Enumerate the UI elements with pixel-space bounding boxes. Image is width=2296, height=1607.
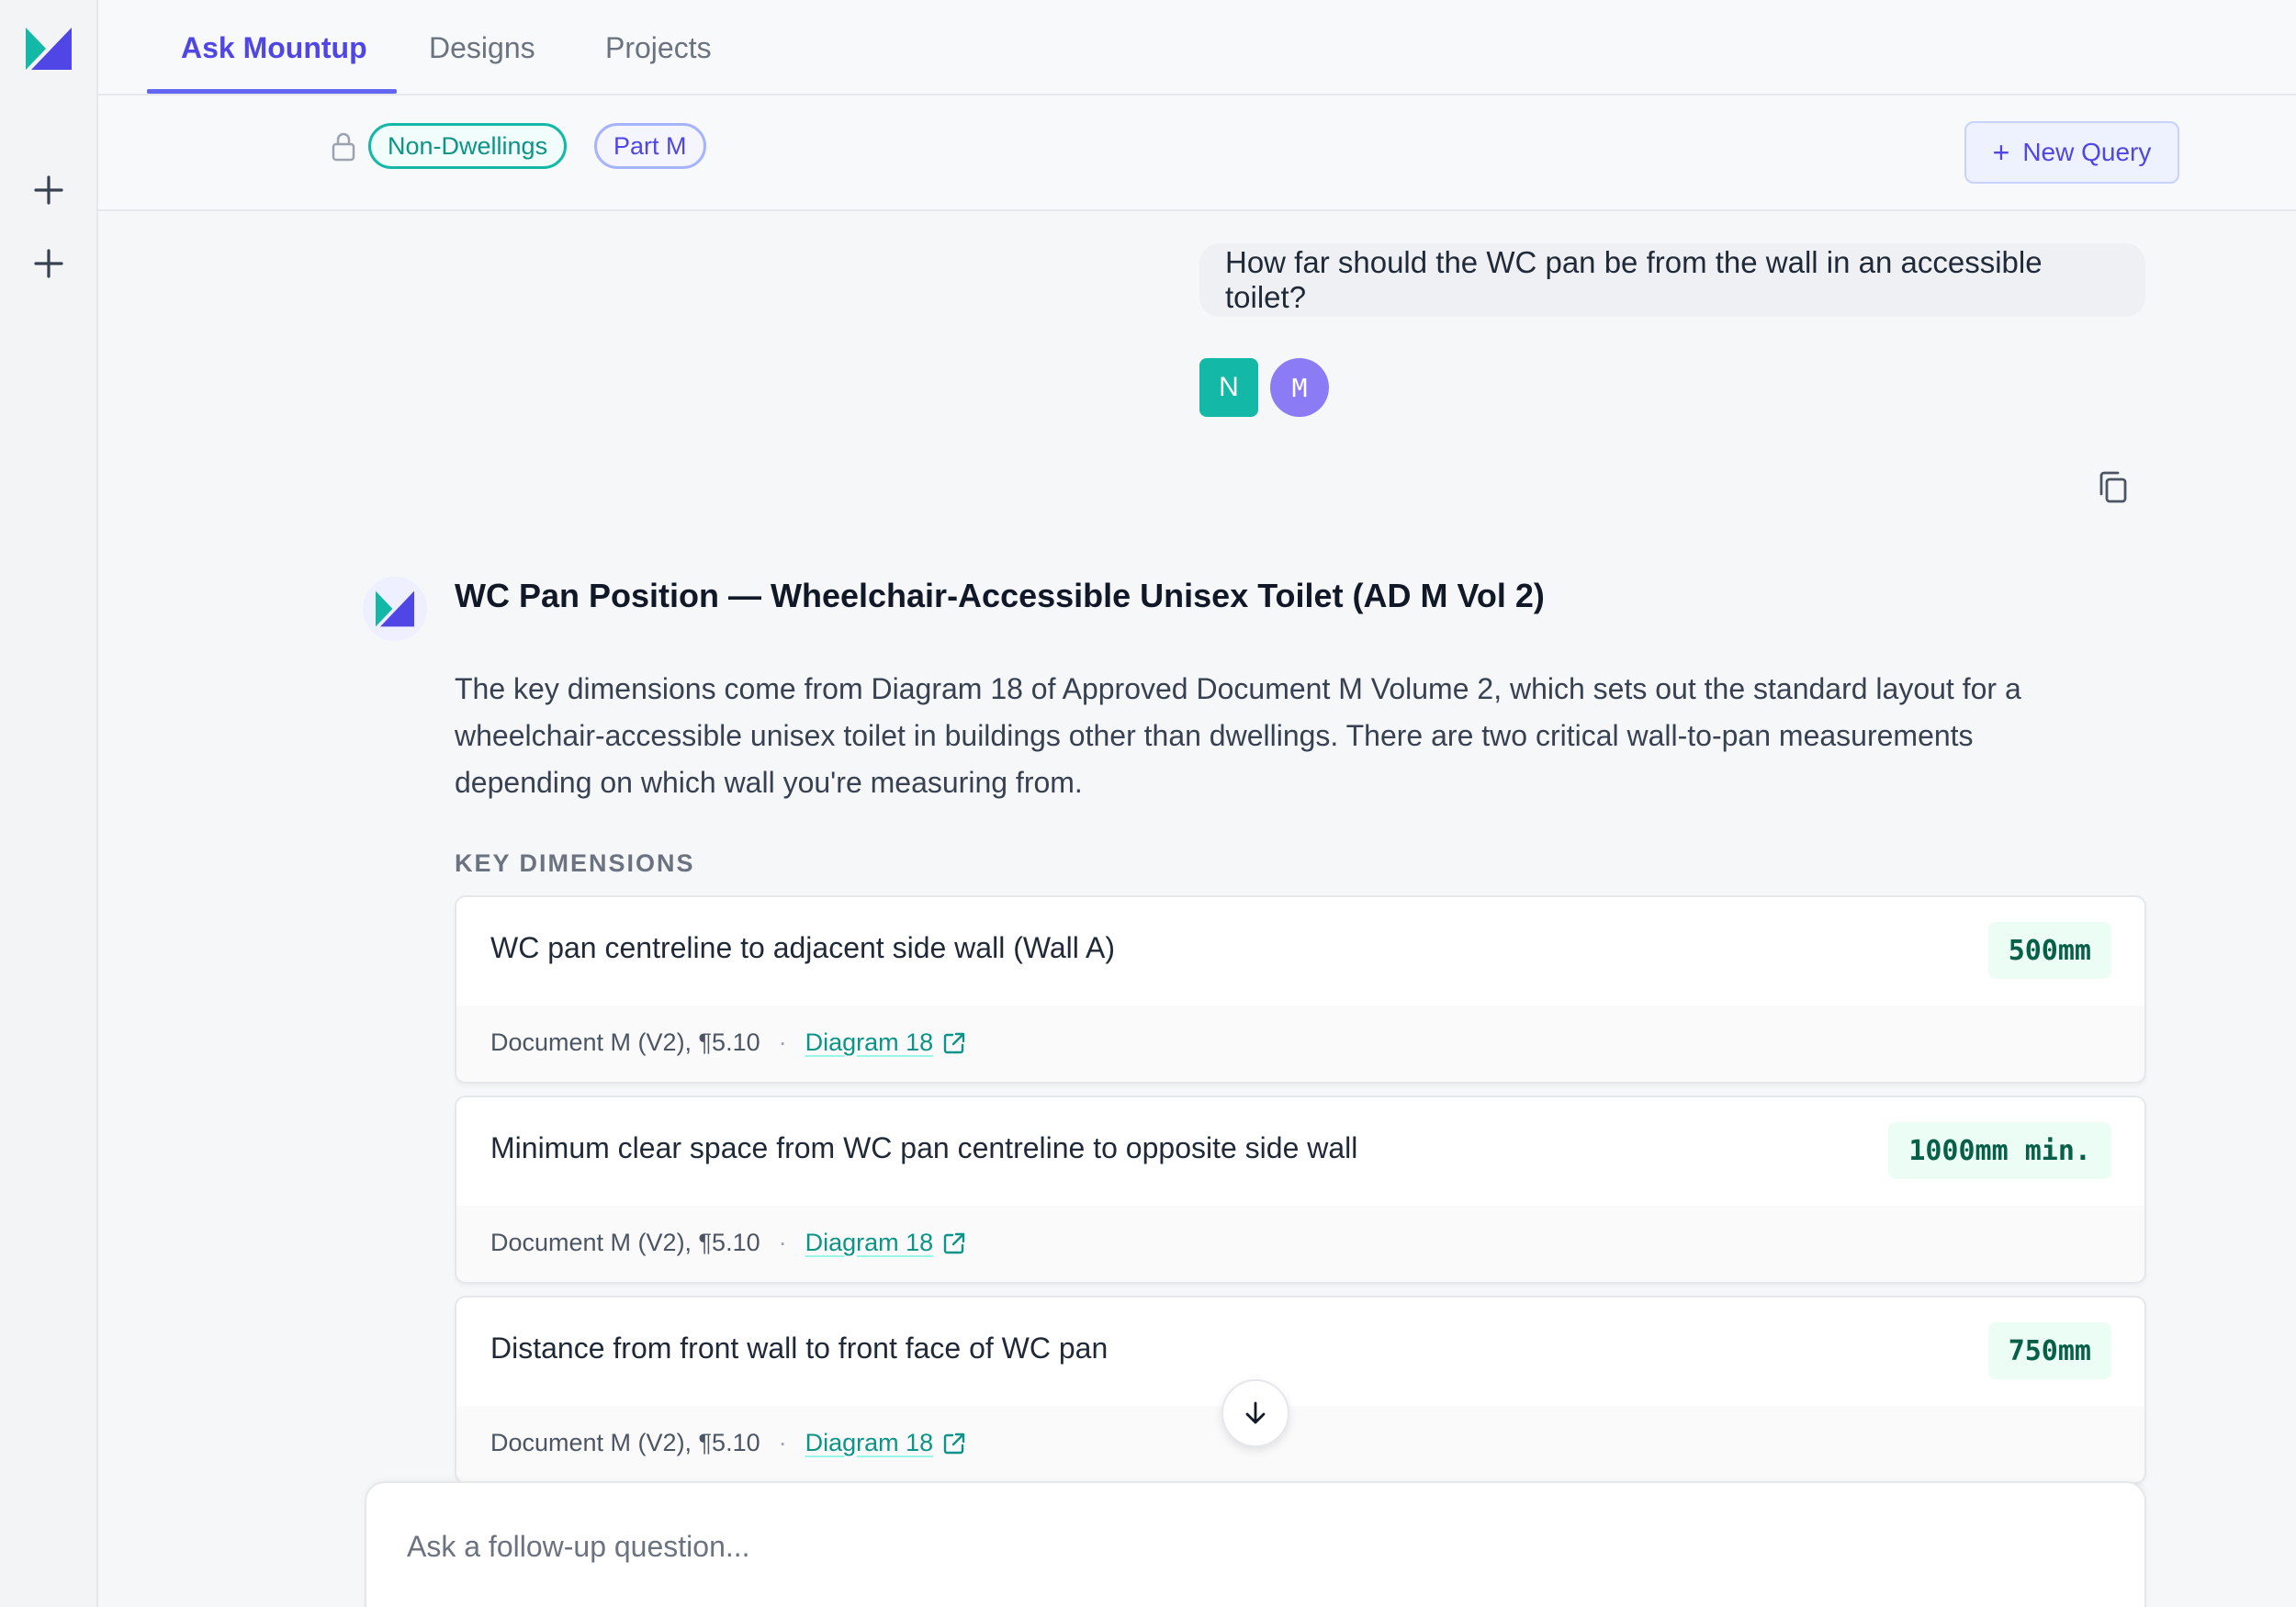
avatar-m[interactable]: M bbox=[1270, 358, 1329, 417]
copy-icon[interactable] bbox=[2096, 468, 2131, 507]
dimension-label: WC pan centreline to adjacent side wall … bbox=[490, 931, 1115, 964]
chip-non-dwellings[interactable]: Non-Dwellings bbox=[368, 123, 568, 169]
reference-text: Document M (V2), ¶5.10 bbox=[490, 1429, 760, 1456]
follow-up-input[interactable] bbox=[407, 1523, 2060, 1569]
add-icon-secondary[interactable] bbox=[30, 245, 67, 282]
reference-text: Document M (V2), ¶5.10 bbox=[490, 1028, 760, 1056]
plus-icon: + bbox=[1992, 136, 2010, 169]
diagram-link[interactable]: Diagram 18 bbox=[805, 1429, 934, 1457]
answer-title: WC Pan Position — Wheelchair-Accessible … bbox=[455, 577, 1545, 614]
lock-icon bbox=[332, 132, 355, 162]
chip-part-m[interactable]: Part M bbox=[594, 123, 706, 169]
dimension-reference: Document M (V2), ¶5.10 · Diagram 18 bbox=[490, 1429, 966, 1457]
dimension-reference: Document M (V2), ¶5.10 · Diagram 18 bbox=[490, 1028, 966, 1057]
dimension-label: Distance from front wall to front face o… bbox=[490, 1332, 1109, 1365]
tab-ask-mountup[interactable]: Ask Mountup bbox=[181, 0, 367, 96]
dimension-card: Minimum clear space from WC pan centreli… bbox=[455, 1096, 2146, 1284]
new-query-button[interactable]: + New Query bbox=[1964, 121, 2179, 184]
mountup-logo-icon[interactable] bbox=[26, 28, 72, 70]
diagram-link[interactable]: Diagram 18 bbox=[805, 1028, 934, 1057]
section-label-key-dimensions: KEY DIMENSIONS bbox=[455, 849, 695, 877]
external-link-icon[interactable] bbox=[942, 1432, 966, 1455]
dimension-value: 1000mm min. bbox=[1888, 1122, 2111, 1179]
dimension-card-header: WC pan centreline to adjacent side wall … bbox=[456, 897, 2144, 1006]
answer-body: The key dimensions come from Diagram 18 … bbox=[455, 672, 2021, 799]
external-link-icon[interactable] bbox=[942, 1231, 966, 1255]
scroll-down-button[interactable] bbox=[1221, 1379, 1289, 1447]
composer bbox=[365, 1481, 2146, 1607]
dimension-reference: Document M (V2), ¶5.10 · Diagram 18 bbox=[490, 1229, 966, 1257]
separator: · bbox=[778, 1028, 787, 1056]
separator: · bbox=[778, 1229, 787, 1256]
mountup-logo-icon-small bbox=[376, 590, 414, 627]
dimension-card-header: Minimum clear space from WC pan centreli… bbox=[456, 1097, 2144, 1206]
diagram-link[interactable]: Diagram 18 bbox=[805, 1229, 934, 1257]
arrow-down-icon bbox=[1245, 1401, 1266, 1424]
sidebar bbox=[0, 0, 98, 1607]
dimension-card-header: Distance from front wall to front face o… bbox=[456, 1298, 2144, 1406]
reference-text: Document M (V2), ¶5.10 bbox=[490, 1229, 760, 1256]
dimension-card: WC pan centreline to adjacent side wall … bbox=[455, 895, 2146, 1084]
new-query-label: New Query bbox=[2022, 138, 2152, 166]
tab-projects[interactable]: Projects bbox=[605, 0, 712, 96]
dimension-value: 750mm bbox=[1987, 1322, 2111, 1379]
add-icon[interactable] bbox=[30, 172, 67, 208]
assistant-avatar bbox=[363, 577, 427, 641]
external-link-icon[interactable] bbox=[942, 1031, 966, 1055]
dimension-value: 500mm bbox=[1987, 922, 2111, 979]
separator: · bbox=[778, 1429, 787, 1456]
dimension-card: Distance from front wall to front face o… bbox=[455, 1296, 2146, 1484]
top-nav: Ask Mountup Designs Projects bbox=[98, 0, 2296, 96]
user-message: How far should the WC pan be from the wa… bbox=[1199, 243, 2145, 317]
tab-designs[interactable]: Designs bbox=[429, 0, 535, 96]
dimension-label: Minimum clear space from WC pan centreli… bbox=[490, 1131, 1358, 1164]
avatar-n[interactable]: N bbox=[1199, 358, 1258, 417]
active-tab-indicator bbox=[147, 89, 397, 94]
filter-bar: Non-Dwellings Part M + New Query bbox=[98, 96, 2296, 211]
